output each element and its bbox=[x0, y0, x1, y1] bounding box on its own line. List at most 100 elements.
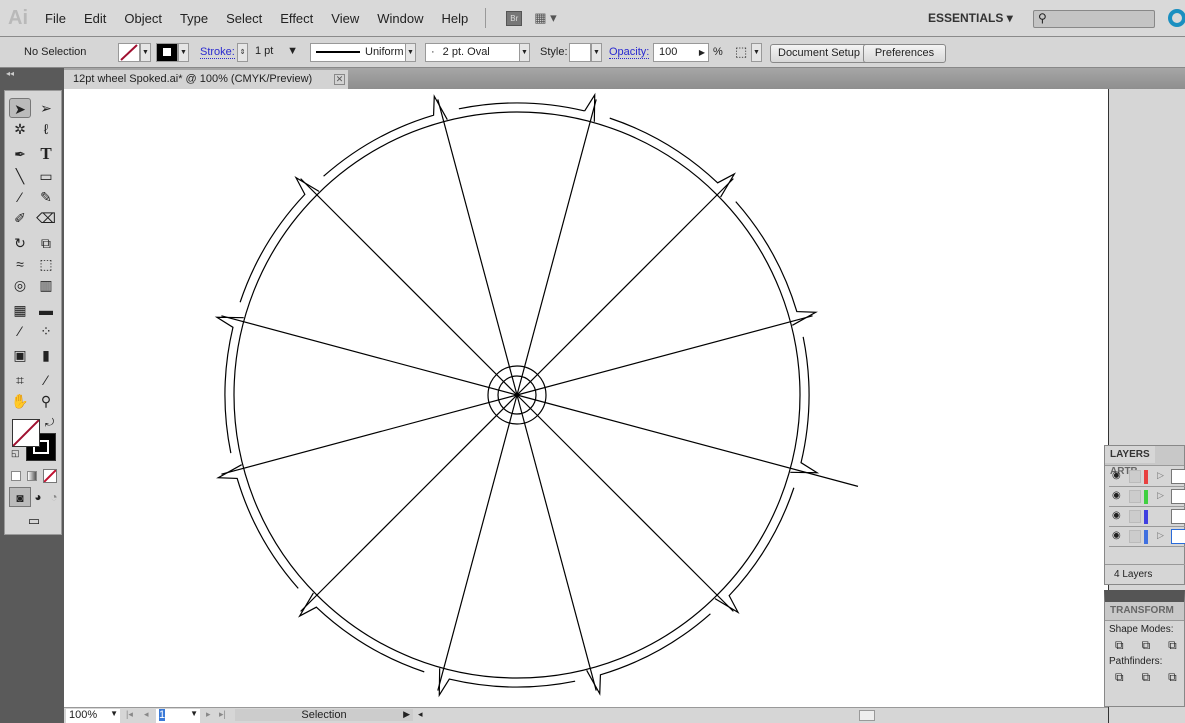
color-mode-icon[interactable] bbox=[11, 471, 21, 481]
stroke-weight-field[interactable]: 1 pt ▼ bbox=[250, 43, 302, 62]
eyedropper-tool-icon[interactable]: ⁄ bbox=[9, 321, 31, 341]
pencil-tool-icon[interactable]: ✎ bbox=[35, 187, 57, 207]
variable-width-profile[interactable]: Uniform bbox=[310, 43, 406, 62]
blend-tool-icon[interactable]: ⁘ bbox=[35, 321, 57, 341]
menu-view[interactable]: View bbox=[322, 11, 368, 26]
lasso-tool-icon[interactable]: ℓ bbox=[35, 119, 57, 139]
expand-triangle-icon[interactable]: ▷ bbox=[1157, 470, 1164, 481]
screen-mode-icon[interactable]: ▭ bbox=[23, 511, 45, 531]
symbol-sprayer-tool-icon[interactable]: ▣ bbox=[9, 345, 31, 365]
preferences-button[interactable]: Preferences bbox=[863, 44, 946, 63]
visibility-eye-icon[interactable]: ◉ bbox=[1112, 490, 1121, 501]
gradient-mode-icon[interactable] bbox=[27, 471, 37, 481]
menu-effect[interactable]: Effect bbox=[271, 11, 322, 26]
document-setup-button[interactable]: Document Setup bbox=[770, 44, 868, 63]
selection-tool-icon[interactable]: ➤ bbox=[9, 98, 31, 118]
pen-tool-icon[interactable]: ✒ bbox=[9, 144, 31, 164]
menu-edit[interactable]: Edit bbox=[75, 11, 115, 26]
fill-swatch[interactable] bbox=[118, 43, 140, 62]
bridge-button[interactable]: Br bbox=[506, 10, 523, 26]
tab-align[interactable]: AL bbox=[1179, 602, 1185, 619]
stroke-weight-stepper[interactable]: ⇕ bbox=[237, 43, 248, 62]
isolate-dropdown[interactable]: ▼ bbox=[751, 43, 762, 62]
lock-toggle[interactable] bbox=[1129, 530, 1141, 543]
zoom-tool-icon[interactable]: ⚲ bbox=[35, 391, 57, 411]
stroke-link[interactable]: Stroke: bbox=[200, 46, 235, 59]
tab-layers[interactable]: LAYERS bbox=[1105, 446, 1155, 463]
layer-row[interactable]: ◉ ▷ bbox=[1109, 527, 1185, 547]
first-artboard-button[interactable]: |◂ bbox=[126, 709, 133, 720]
tab-transform[interactable]: TRANSFORM bbox=[1105, 602, 1179, 619]
mesh-tool-icon[interactable]: ▦ bbox=[9, 300, 31, 320]
column-graph-tool-icon[interactable]: ▮ bbox=[35, 345, 57, 365]
brush-dropdown[interactable]: ▼ bbox=[519, 43, 530, 62]
opacity-link[interactable]: Opacity: bbox=[609, 46, 650, 59]
lock-toggle[interactable] bbox=[1129, 490, 1141, 503]
paintbrush-tool-icon[interactable]: ⁄ bbox=[9, 187, 31, 207]
rectangle-tool-icon[interactable]: ▭ bbox=[35, 166, 57, 186]
menu-help[interactable]: Help bbox=[432, 11, 477, 26]
artboard-field[interactable]: 1 ▼ bbox=[156, 709, 200, 723]
none-mode-icon[interactable] bbox=[43, 469, 57, 483]
gradient-tool-icon[interactable]: ▬ bbox=[35, 300, 57, 320]
menu-object[interactable]: Object bbox=[115, 11, 171, 26]
zoom-field[interactable]: 100% ▼ bbox=[66, 709, 120, 723]
scale-tool-icon[interactable]: ⧉ bbox=[35, 233, 57, 253]
intersect-icon[interactable]: ⧉ bbox=[1168, 638, 1185, 652]
minus-front-icon[interactable]: ⧉ bbox=[1142, 638, 1169, 652]
current-tool-status[interactable]: Selection ▶ bbox=[235, 709, 413, 721]
free-transform-tool-icon[interactable]: ⬚ bbox=[35, 254, 57, 274]
perspective-grid-tool-icon[interactable]: ▥ bbox=[35, 275, 57, 295]
trim-icon[interactable]: ⧉ bbox=[1142, 670, 1169, 684]
eraser-tool-icon[interactable]: ⌫ bbox=[35, 208, 57, 228]
arrange-documents-button[interactable]: ▦ ▾ bbox=[534, 10, 556, 26]
unite-icon[interactable]: ⧉ bbox=[1115, 638, 1142, 652]
blob-brush-tool-icon[interactable]: ✐ bbox=[9, 208, 31, 228]
divide-icon[interactable]: ⧉ bbox=[1115, 670, 1142, 684]
default-colors-icon[interactable]: ◱ bbox=[11, 448, 20, 459]
warp-tool-icon[interactable]: ≈ bbox=[9, 254, 31, 274]
magic-wand-tool-icon[interactable]: ✲ bbox=[9, 119, 31, 139]
artboard-canvas[interactable] bbox=[64, 89, 1108, 707]
layer-row[interactable]: ◉ ▷ bbox=[1109, 487, 1185, 507]
previous-artboard-button[interactable]: ◂ bbox=[144, 709, 149, 720]
visibility-eye-icon[interactable]: ◉ bbox=[1112, 470, 1121, 481]
menu-type[interactable]: Type bbox=[171, 11, 217, 26]
menu-file[interactable]: File bbox=[36, 11, 75, 26]
merge-icon[interactable]: ⧉ bbox=[1168, 670, 1185, 684]
type-tool-icon[interactable]: T bbox=[35, 144, 57, 164]
draw-inside-icon[interactable]: ◔ bbox=[43, 487, 65, 507]
graphic-style-swatch[interactable] bbox=[569, 43, 591, 62]
direct-selection-tool-icon[interactable]: ➢ bbox=[35, 98, 57, 118]
expand-triangle-icon[interactable]: ▷ bbox=[1157, 490, 1164, 501]
stroke-dropdown[interactable]: ▼ bbox=[178, 43, 189, 62]
shape-builder-tool-icon[interactable]: ◎ bbox=[9, 275, 31, 295]
close-tab-icon[interactable]: ✕ bbox=[334, 74, 345, 85]
layer-row[interactable]: ◉ ▷ bbox=[1109, 467, 1185, 487]
expand-triangle-icon[interactable]: ▷ bbox=[1157, 530, 1164, 541]
collapse-icon[interactable]: ◂◂ bbox=[6, 69, 14, 78]
layer-row[interactable]: ◉ bbox=[1109, 507, 1185, 527]
opacity-field[interactable]: 100 ▶ bbox=[653, 43, 709, 62]
rotate-tool-icon[interactable]: ↻ bbox=[9, 233, 31, 253]
swap-colors-icon[interactable]: ⤾ bbox=[45, 417, 54, 430]
lock-toggle[interactable] bbox=[1129, 510, 1141, 523]
style-dropdown[interactable]: ▼ bbox=[591, 43, 602, 62]
isolate-object-icon[interactable]: ⬚ bbox=[735, 44, 747, 60]
cslive-icon[interactable] bbox=[1168, 9, 1185, 27]
hand-tool-icon[interactable]: ✋ bbox=[9, 391, 31, 411]
workspace-switcher[interactable]: ESSENTIALS ▾ bbox=[928, 11, 1013, 25]
visibility-eye-icon[interactable]: ◉ bbox=[1112, 510, 1121, 521]
scroll-left-button[interactable]: ◂ bbox=[418, 709, 423, 720]
fill-dropdown[interactable]: ▼ bbox=[140, 43, 151, 62]
horizontal-scrollbar-thumb[interactable] bbox=[859, 710, 875, 721]
stroke-swatch[interactable] bbox=[156, 43, 178, 62]
menu-select[interactable]: Select bbox=[217, 11, 271, 26]
brush-definition[interactable]: · 2 pt. Oval bbox=[425, 43, 520, 62]
document-tab[interactable]: 12pt wheel Spoked.ai* @ 100% (CMYK/Previ… bbox=[64, 70, 348, 89]
line-tool-icon[interactable]: ╲ bbox=[9, 166, 31, 186]
fill-color-swatch[interactable] bbox=[12, 419, 40, 447]
lock-toggle[interactable] bbox=[1129, 470, 1141, 483]
last-artboard-button[interactable]: ▸| bbox=[219, 709, 226, 720]
artboard-tool-icon[interactable]: ⌗ bbox=[9, 370, 31, 390]
